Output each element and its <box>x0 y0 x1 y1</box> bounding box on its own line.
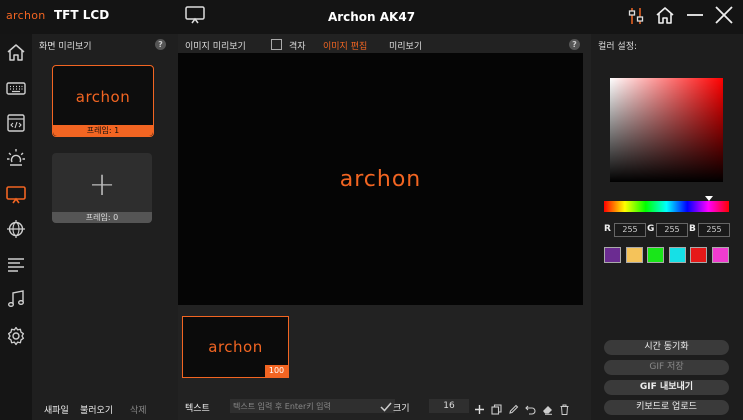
eraser-icon[interactable] <box>542 400 553 419</box>
hue-slider-handle[interactable] <box>705 196 713 201</box>
tab-image-preview[interactable]: 이미지 미리보기 <box>185 39 246 52</box>
export-gif-button[interactable]: GIF 내보내기 <box>604 380 729 395</box>
title-bar: archon TFT LCD Archon AK47 <box>0 0 743 34</box>
trash-icon[interactable] <box>559 400 570 419</box>
copy-icon[interactable] <box>491 400 502 419</box>
frame-logo: archon <box>75 88 131 106</box>
left-navigation <box>0 34 32 420</box>
music-icon[interactable] <box>6 289 28 311</box>
frame-card-1[interactable]: archon 프레임: 1 <box>52 65 154 137</box>
g-label: G <box>647 224 655 234</box>
color-swatch[interactable] <box>604 247 621 263</box>
align-icon[interactable] <box>6 255 28 277</box>
b-label: B <box>689 224 696 234</box>
r-label: R <box>604 224 611 234</box>
thumbnail-logo: archon <box>208 338 263 356</box>
pencil-icon[interactable] <box>508 400 519 419</box>
g-input[interactable]: 255 <box>656 223 688 237</box>
code-icon[interactable] <box>6 113 28 135</box>
help-icon[interactable]: ? <box>569 39 580 50</box>
home-icon[interactable] <box>6 42 28 64</box>
undo-icon[interactable] <box>525 400 536 419</box>
add-frame-card[interactable]: + 프레임: 0 <box>52 153 152 223</box>
text-input-placeholder: 텍스트 입력 후 Enter키 입력 <box>233 402 331 411</box>
globe-icon[interactable] <box>6 219 28 241</box>
new-file-button[interactable]: 새파일 <box>44 403 69 416</box>
frame-duration-badge: 100 <box>265 365 288 377</box>
frame-label: 프레임: 0 <box>52 212 152 223</box>
screen-preview-panel: 화면 미리보기 ? archon 프레임: 1 + 프레임: 0 새파일 불러오… <box>32 34 178 420</box>
color-swatch[interactable] <box>668 247 686 263</box>
color-swatch[interactable] <box>711 247 729 263</box>
tab-preview[interactable]: 미리보기 <box>389 39 422 52</box>
color-swatch[interactable] <box>690 247 707 263</box>
display-icon[interactable] <box>6 184 28 206</box>
close-icon[interactable] <box>714 5 734 29</box>
save-gif-button[interactable]: GIF 저장 <box>604 360 729 375</box>
color-swatch[interactable] <box>625 247 643 263</box>
text-label: 텍스트 <box>185 404 210 414</box>
hue-slider[interactable] <box>604 201 729 212</box>
frame-label: 프레임: 1 <box>53 125 153 136</box>
grid-checkbox[interactable] <box>271 39 282 50</box>
b-input[interactable]: 255 <box>698 223 730 237</box>
color-panel-title: 컬러 설정: <box>598 42 638 52</box>
minimize-icon[interactable] <box>686 5 704 29</box>
text-input[interactable]: 텍스트 입력 후 Enter키 입력 <box>230 399 395 413</box>
settings-sliders-icon[interactable] <box>627 6 645 30</box>
upload-to-keyboard-button[interactable]: 키보드로 업로드 <box>604 400 729 415</box>
r-input[interactable]: 255 <box>614 223 646 237</box>
sync-time-button[interactable]: 시간 동기화 <box>604 340 729 355</box>
help-icon[interactable]: ? <box>155 39 166 50</box>
color-swatch[interactable] <box>647 247 664 263</box>
panel-title: 화면 미리보기 <box>39 42 92 52</box>
brightness-icon[interactable] <box>6 148 28 170</box>
image-editing-canvas[interactable]: archon <box>178 53 583 305</box>
font-size-input[interactable]: 16 <box>429 399 469 413</box>
color-settings-panel: 컬러 설정: R 255 G 255 B 255 시간 동기화 GIF 저장 G… <box>591 34 743 420</box>
keyboard-icon[interactable] <box>6 78 28 100</box>
saturation-picker[interactable] <box>610 78 723 182</box>
canvas-logo: archon <box>339 167 422 192</box>
confirm-icon[interactable] <box>380 399 392 418</box>
grid-label: 격자 <box>289 42 306 52</box>
load-button[interactable]: 불러오기 <box>80 403 113 416</box>
frame-thumbnail[interactable]: archon 100 <box>182 316 289 378</box>
add-text-icon[interactable] <box>474 400 485 419</box>
tab-image-edit[interactable]: 이미지 편집 <box>323 39 367 52</box>
monitor-icon[interactable] <box>185 6 205 28</box>
add-icon: + <box>88 165 116 203</box>
size-label: 크기 <box>393 404 410 414</box>
gear-icon[interactable] <box>6 326 28 348</box>
delete-button[interactable]: 삭제 <box>130 403 147 416</box>
home-icon[interactable] <box>655 5 675 29</box>
